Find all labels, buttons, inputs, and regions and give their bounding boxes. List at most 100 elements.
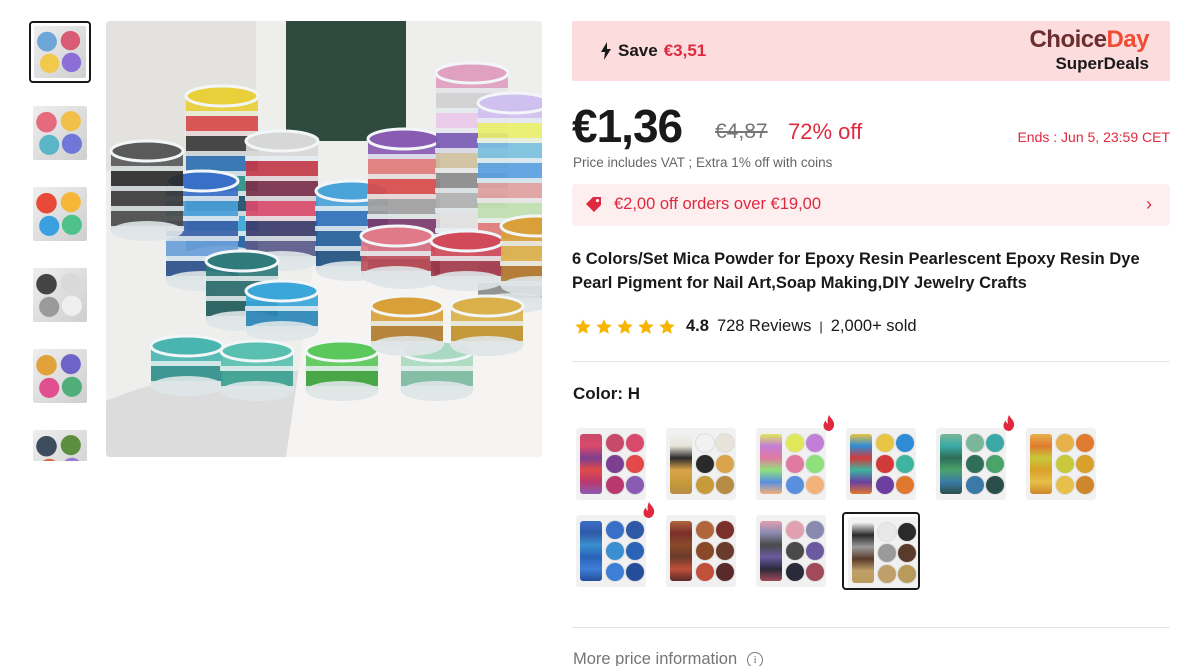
pigment-dot	[716, 455, 734, 473]
color-option-1[interactable]	[572, 425, 650, 503]
pigment-dot	[696, 521, 714, 539]
save-label: Save	[618, 41, 658, 60]
pigment-dot	[606, 476, 624, 494]
color-option-image	[936, 428, 1006, 500]
choice-day-banner: Save €3,51 ChoiceDay SuperDeals	[572, 21, 1170, 81]
rating-score: 4.8	[686, 317, 709, 335]
pigment-dot	[716, 521, 734, 539]
pigment-dot	[898, 565, 916, 583]
thumbnail-5[interactable]	[29, 345, 91, 407]
color-option-5[interactable]	[932, 425, 1010, 503]
jar-stack	[1030, 434, 1052, 494]
pigment-dot	[806, 455, 824, 473]
brand-choice: Choice	[1029, 26, 1107, 53]
pigment-dot	[876, 434, 894, 452]
pigment-dot	[898, 523, 916, 541]
color-option-6[interactable]	[1022, 425, 1100, 503]
star-icon	[596, 318, 612, 334]
save-badge: Save €3,51	[600, 41, 706, 61]
pigment-dot	[626, 476, 644, 494]
save-amount: €3,51	[663, 41, 707, 60]
reviews-link[interactable]: 728 Reviews	[717, 317, 811, 336]
discount-percent: 72% off	[788, 119, 863, 144]
color-option-4[interactable]	[842, 425, 920, 503]
brand-superdeals: SuperDeals	[1055, 54, 1149, 73]
fire-icon	[823, 415, 835, 431]
pigment-dot	[1076, 434, 1094, 452]
thumbnail-image	[33, 187, 87, 241]
rating-row: 4.8 728 Reviews | 2,000+ sold	[574, 317, 917, 336]
pigment-dot	[786, 521, 804, 539]
pigment-dot	[876, 455, 894, 473]
pigment-dot	[806, 476, 824, 494]
pigment-dot	[1056, 455, 1074, 473]
main-product-image[interactable]	[106, 21, 542, 457]
pigment-dot	[876, 476, 894, 494]
pigment-dot	[696, 476, 714, 494]
vat-note: Price includes VAT ; Extra 1% off with c…	[573, 155, 833, 170]
pigment-dot	[626, 455, 644, 473]
color-option-8[interactable]	[662, 512, 740, 590]
thumbnail-4[interactable]	[29, 264, 91, 326]
pigment-dot	[716, 476, 734, 494]
more-price-info-label: More price information	[573, 650, 738, 666]
sold-count: 2,000+ sold	[830, 317, 917, 335]
color-option-image	[576, 515, 646, 587]
color-option-image	[576, 428, 646, 500]
more-price-info[interactable]: More price information i	[573, 650, 764, 666]
pigment-dot	[606, 455, 624, 473]
pigment-dot	[806, 563, 824, 581]
thumbnail-1[interactable]	[29, 21, 91, 83]
color-option-7[interactable]	[572, 512, 650, 590]
fire-icon	[1003, 415, 1015, 431]
color-option-10[interactable]	[842, 512, 920, 590]
color-option-9[interactable]	[752, 512, 830, 590]
color-label: Color: H	[573, 384, 641, 403]
price-row: €1,36 €4,87 72% off Ends : Jun 5, 23:59 …	[572, 99, 1170, 152]
pigment-dot	[1076, 455, 1094, 473]
color-option-image	[848, 517, 918, 588]
thumbnail-6[interactable]	[29, 426, 91, 461]
product-title: 6 Colors/Set Mica Powder for Epoxy Resin…	[572, 250, 1140, 292]
pigment-dot	[898, 544, 916, 562]
pigment-dot	[716, 563, 734, 581]
pigment-dot	[696, 455, 714, 473]
pigment-dot	[966, 455, 984, 473]
pigment-dot	[716, 542, 734, 560]
pigment-dot	[878, 523, 896, 541]
jar-stack	[580, 521, 602, 581]
pigment-dot	[606, 434, 624, 452]
jar-stack	[940, 434, 962, 494]
pigment-dot	[878, 565, 896, 583]
color-option-2[interactable]	[662, 425, 740, 503]
thumbnail-2[interactable]	[29, 102, 91, 164]
star-rating	[574, 318, 676, 336]
current-price: €1,36	[572, 100, 683, 152]
thumbnail-image	[33, 430, 87, 461]
pigment-dot	[626, 434, 644, 452]
pigment-dot	[896, 434, 914, 452]
pigment-dot	[786, 455, 804, 473]
star-icon	[575, 318, 591, 334]
jar-stack	[670, 434, 692, 494]
thumbnail-3[interactable]	[29, 183, 91, 245]
color-option-3[interactable]	[752, 425, 830, 503]
choice-day-logo: ChoiceDay SuperDeals	[1029, 26, 1149, 74]
pigment-dot	[966, 476, 984, 494]
pigment-dot	[986, 434, 1004, 452]
color-option-image	[846, 428, 916, 500]
info-icon[interactable]: i	[747, 651, 764, 666]
bolt-icon	[601, 42, 611, 60]
coupon-text: €2,00 off orders over €19,00	[614, 195, 822, 213]
pigment-dot	[626, 563, 644, 581]
jar-stack	[670, 521, 692, 581]
pigment-dot	[786, 542, 804, 560]
deal-ends: Ends : Jun 5, 23:59 CET	[1017, 129, 1170, 145]
original-price: €4,87	[715, 120, 768, 143]
product-info-panel: Save €3,51 ChoiceDay SuperDeals €1,36 €4…	[572, 21, 1170, 666]
pigment-dot	[806, 521, 824, 539]
pigment-dot	[986, 476, 1004, 494]
thumbnail-image	[33, 268, 87, 322]
coupon-bar[interactable]: €2,00 off orders over €19,00 ›	[572, 184, 1170, 226]
chevron-right-icon: ›	[1146, 194, 1152, 214]
